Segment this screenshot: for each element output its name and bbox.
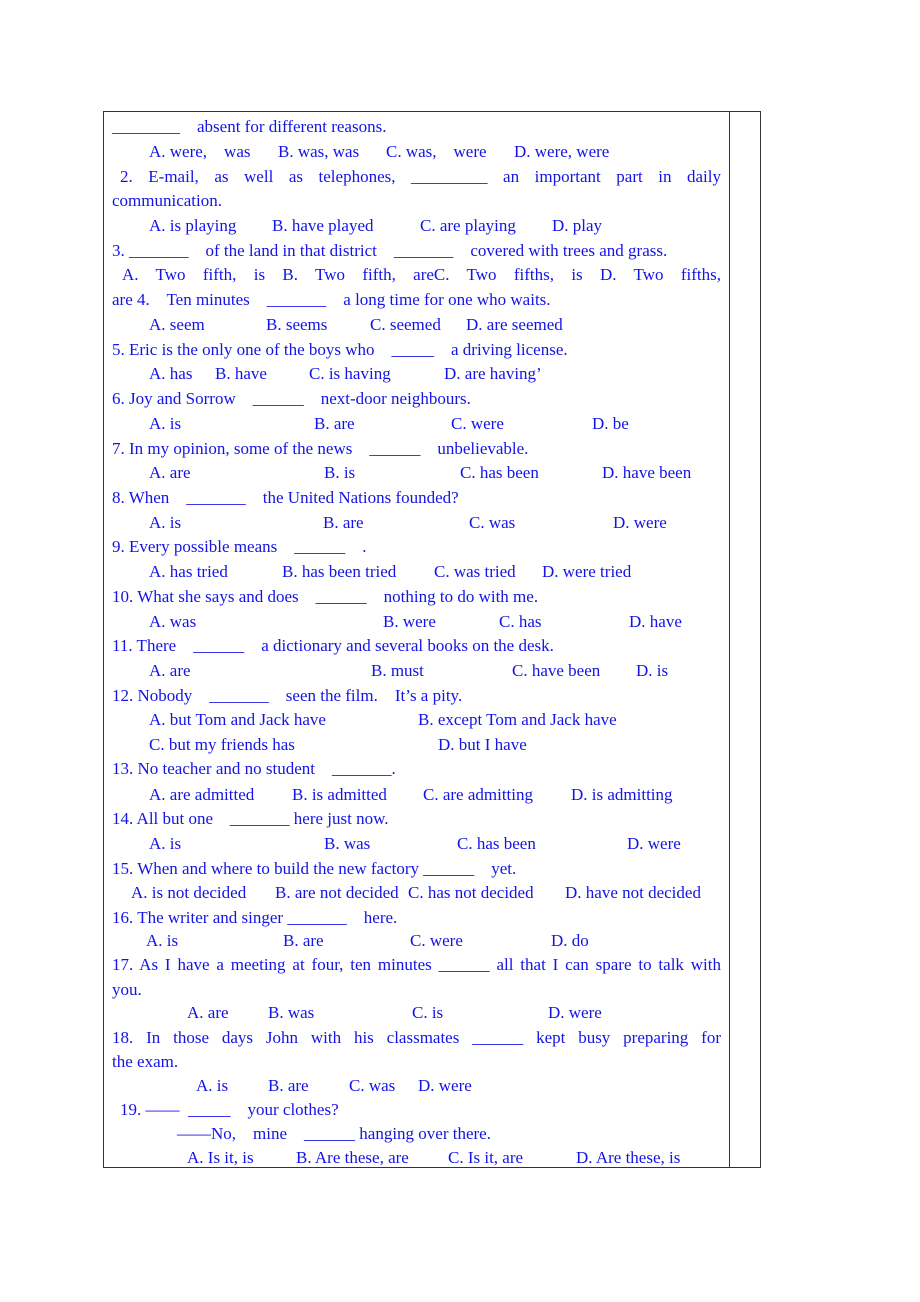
question-line: 6. Joy and Sorrow ______ next-door neigh…	[112, 389, 471, 408]
question-line: 11. There ______ a dictionary and severa…	[112, 636, 554, 655]
answer-option: D. were	[627, 834, 681, 853]
answer-option: B. was, was	[278, 142, 360, 161]
answer-option: B. are	[283, 931, 324, 950]
answer-option: B. Are these, are	[296, 1148, 409, 1167]
question-line: 10. What she says and does ______ nothin…	[112, 587, 539, 606]
question-line: 9. Every possible means ______ .	[112, 537, 367, 556]
answer-option: A. is	[149, 834, 182, 853]
answer-option: A. was	[149, 612, 197, 631]
answer-option: C. but my friends has	[149, 735, 295, 754]
question-line: communication.	[112, 191, 223, 210]
answer-option: C. has	[499, 612, 542, 631]
answer-option: B. have played	[272, 216, 374, 235]
answer-option: C. were	[410, 931, 463, 950]
answer-option: A. has	[149, 364, 193, 383]
answer-option: D. Are these, is	[576, 1148, 681, 1167]
answer-option: C. are admitting	[423, 785, 534, 804]
answer-option: A. is playing	[149, 216, 237, 235]
answer-option: B. seems	[266, 315, 328, 334]
answer-option: C. have been	[512, 661, 601, 680]
answer-option: C. seemed	[370, 315, 441, 334]
answer-option: A. seem	[149, 315, 205, 334]
answer-option: B. are	[323, 513, 364, 532]
answer-option: A. Is it, is	[187, 1148, 254, 1167]
answer-option: B. are	[314, 414, 355, 433]
question-line: 7. In my opinion, some of the news _____…	[112, 439, 529, 458]
question-line: 15. When and where to build the new fact…	[112, 859, 517, 878]
answer-option: D. play	[552, 216, 603, 235]
answer-option: D. were tried	[542, 562, 632, 581]
answer-option: C. was tried	[434, 562, 516, 581]
answer-option: A. is	[149, 414, 182, 433]
answer-option: B. have	[215, 364, 267, 383]
answer-option: D. but I have	[438, 735, 527, 754]
answer-option: A. is	[149, 513, 182, 532]
question-line: the exam.	[112, 1052, 179, 1071]
question-line: 12. Nobody _______ seen the film. It’s a…	[112, 686, 463, 705]
question-line: are 4. Ten minutes _______ a long time f…	[112, 290, 551, 309]
answer-option: C. has not decided	[408, 883, 534, 902]
question-line: 2. E-mail, as well as telephones, ______…	[120, 167, 721, 186]
answer-option: A. are	[187, 1003, 229, 1022]
answer-option: C. was, were	[386, 142, 487, 161]
table-column-divider	[729, 111, 730, 1168]
answer-option: D. were	[418, 1076, 472, 1095]
answer-option: C. is	[412, 1003, 444, 1022]
answer-option: D. do	[551, 931, 589, 950]
answer-option: D. have been	[602, 463, 692, 482]
answer-option: B. must	[371, 661, 424, 680]
question-line: 19. —— _____ your clothes?	[120, 1100, 339, 1119]
answer-option: D. were	[613, 513, 667, 532]
answer-option: C. Is it, are	[448, 1148, 524, 1167]
answer-option: B. are	[268, 1076, 309, 1095]
answer-option: B. was	[268, 1003, 315, 1022]
answer-option: B. has been tried	[282, 562, 397, 581]
answer-option: A. is	[146, 931, 179, 950]
question-line: 17. As I have a meeting at four, ten min…	[112, 955, 721, 974]
question-line: ________ absent for different reasons.	[112, 117, 387, 136]
question-line: you.	[112, 980, 142, 999]
answer-option: D. is	[636, 661, 669, 680]
answer-option: B. was	[324, 834, 371, 853]
answer-option: B. is admitted	[292, 785, 387, 804]
answer-option: D. is admitting	[571, 785, 673, 804]
answer-option: B. are not decided	[275, 883, 399, 902]
answer-option: C. are playing	[420, 216, 516, 235]
question-line: 5. Eric is the only one of the boys who …	[112, 340, 568, 359]
answer-option: C. was	[349, 1076, 396, 1095]
answer-option: D. be	[592, 414, 629, 433]
answer-option: C. were	[451, 414, 504, 433]
answer-option: A. are admitted	[149, 785, 255, 804]
answer-option: D. were	[548, 1003, 602, 1022]
answer-option: B. were	[383, 612, 436, 631]
answer-option: B. except Tom and Jack have	[418, 710, 617, 729]
answer-option: A. is not decided	[131, 883, 247, 902]
question-line: A. Two fifth, is B. Two fifth, areC. Two…	[122, 265, 721, 284]
answer-option: C. was	[469, 513, 516, 532]
answer-option: C. is having	[309, 364, 391, 383]
answer-option: A. is	[196, 1076, 229, 1095]
question-line: 8. When _______ the United Nations found…	[112, 488, 459, 507]
answer-option: D. have not decided	[565, 883, 701, 902]
question-line: 3. _______ of the land in that district …	[112, 241, 668, 260]
answer-option: A. were, was	[149, 142, 251, 161]
answer-option: D. have	[629, 612, 682, 631]
answer-option: C. has been	[457, 834, 536, 853]
answer-option: D. are seemed	[466, 315, 563, 334]
question-line: 13. No teacher and no student _______.	[112, 759, 396, 778]
question-line: 16. The writer and singer _______ here.	[112, 908, 398, 927]
question-line: ——No, mine ______ hanging over there.	[177, 1124, 491, 1143]
answer-option: C. has been	[460, 463, 539, 482]
answer-option: A. are	[149, 661, 191, 680]
answer-option: A. but Tom and Jack have	[149, 710, 326, 729]
answer-option: B. is	[324, 463, 356, 482]
question-line: 14. All but one _______ here just now.	[112, 809, 389, 828]
answer-option: D. are having’	[444, 364, 542, 383]
answer-option: D. were, were	[514, 142, 610, 161]
question-line: 18. In those days John with his classmat…	[112, 1028, 721, 1047]
answer-option: A. has tried	[149, 562, 228, 581]
answer-option: A. are	[149, 463, 191, 482]
